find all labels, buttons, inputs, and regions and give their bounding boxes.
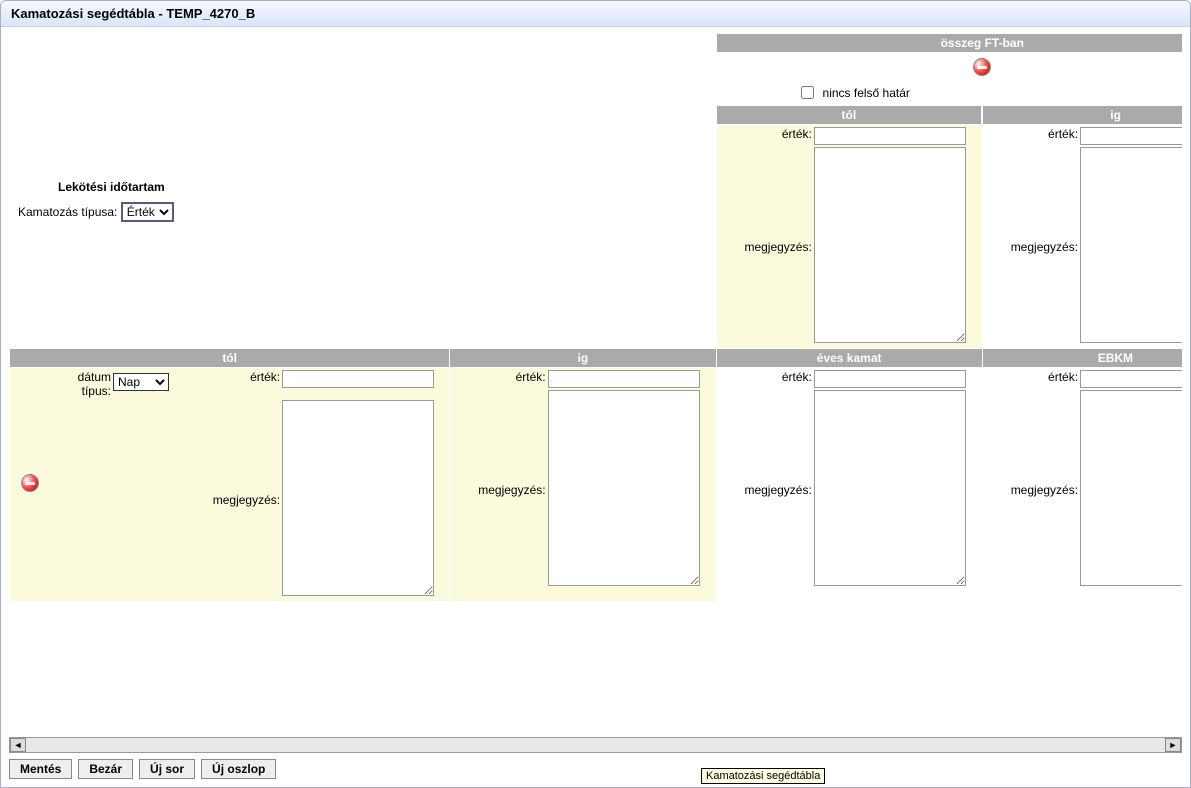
input-upper-ig-ertek[interactable] <box>1080 127 1182 145</box>
label-lower-tol-megj: megjegyzés: <box>187 400 280 599</box>
label-lower-kamat-ertek: érték: <box>719 370 812 388</box>
textarea-lower-kamat-megj[interactable] <box>814 390 966 586</box>
scroll-track[interactable] <box>26 738 1165 752</box>
input-lower-kamat-ertek[interactable] <box>814 370 966 388</box>
main-grid: Lekötési időtartam Kamatozás típusa: Ért… <box>9 33 1182 602</box>
window-body: Lekötési időtartam Kamatozás típusa: Ért… <box>1 27 1190 787</box>
textarea-upper-tol-megj[interactable] <box>814 147 966 343</box>
section-heading-lekotesi: Lekötési időtartam <box>10 160 716 202</box>
bottom-bar: ◄ ► Mentés Bezár Új sor Új oszlop <box>9 737 1182 779</box>
scroll-left-arrow-icon[interactable]: ◄ <box>10 738 26 752</box>
close-button[interactable]: Bezár <box>78 759 133 779</box>
label-datum: dátum <box>78 370 111 384</box>
label-upper-tol-ertek: érték: <box>719 127 812 145</box>
save-button[interactable]: Mentés <box>9 759 72 779</box>
select-datum-tipus[interactable]: Nap <box>113 373 169 391</box>
input-upper-tol-ertek[interactable] <box>814 127 966 145</box>
textarea-upper-ig-megj[interactable] <box>1080 147 1182 343</box>
delete-row-icon[interactable] <box>21 474 39 492</box>
label-upper-ig-ertek: érték: <box>985 127 1078 145</box>
window-root: Kamatozási segédtábla - TEMP_4270_B Lekö… <box>0 0 1191 788</box>
input-lower-ig-ertek[interactable] <box>548 370 700 388</box>
label-tipus: típus: <box>82 384 111 398</box>
label-kamatozas-tipusa: Kamatozás típusa: <box>18 205 117 219</box>
window-title: Kamatozási segédtábla - TEMP_4270_B <box>1 1 1190 27</box>
delete-column-icon[interactable] <box>973 58 991 76</box>
label-upper-ig-megj: megjegyzés: <box>985 147 1078 346</box>
label-lower-ig-ertek: érték: <box>452 370 545 388</box>
textarea-lower-ig-megj[interactable] <box>548 390 700 586</box>
header-upper-tol: tól <box>717 106 983 124</box>
header-upper-ig: ig <box>982 106 1182 124</box>
header-lower-ig: ig <box>450 349 716 368</box>
header-lower-ebkm: EBKM <box>982 349 1182 368</box>
label-lower-ig-megj: megjegyzés: <box>452 390 545 589</box>
checkbox-nincs-felso[interactable] <box>801 86 814 99</box>
textarea-lower-tol-megj[interactable] <box>282 400 434 596</box>
label-lower-kamat-megj: megjegyzés: <box>719 390 812 589</box>
column-delete-row <box>717 53 1182 81</box>
new-row-button[interactable]: Új sor <box>139 759 195 779</box>
tooltip: Kamatozási segédtábla <box>701 768 825 784</box>
header-lower-eves-kamat: éves kamat <box>716 349 982 368</box>
textarea-lower-ebkm-megj[interactable] <box>1080 390 1182 586</box>
kamatozas-tipusa-row: Kamatozás típusa: Érték <box>10 202 716 222</box>
action-buttons: Mentés Bezár Új sor Új oszlop <box>9 759 1182 779</box>
content-area: Lekötési időtartam Kamatozás típusa: Ért… <box>9 33 1182 727</box>
header-lower-tol: tól <box>10 349 450 368</box>
label-lower-ebkm-megj: megjegyzés: <box>985 390 1078 589</box>
label-lower-ebkm-ertek: érték: <box>985 370 1078 388</box>
scroll-right-arrow-icon[interactable]: ► <box>1165 738 1181 752</box>
input-lower-ebkm-ertek[interactable] <box>1080 370 1182 388</box>
label-upper-tol-megj: megjegyzés: <box>719 147 812 346</box>
header-osszeg-ft: összeg FT-ban <box>716 34 1182 53</box>
new-col-button[interactable]: Új oszlop <box>201 759 276 779</box>
input-lower-tol-ertek[interactable] <box>282 370 434 388</box>
label-lower-tol-ertek: érték: <box>187 370 280 398</box>
select-kamatozas-tipusa[interactable]: Érték <box>121 202 174 222</box>
label-nincs-felso: nincs felső határ <box>823 86 910 100</box>
horizontal-scrollbar[interactable]: ◄ ► <box>9 737 1182 753</box>
